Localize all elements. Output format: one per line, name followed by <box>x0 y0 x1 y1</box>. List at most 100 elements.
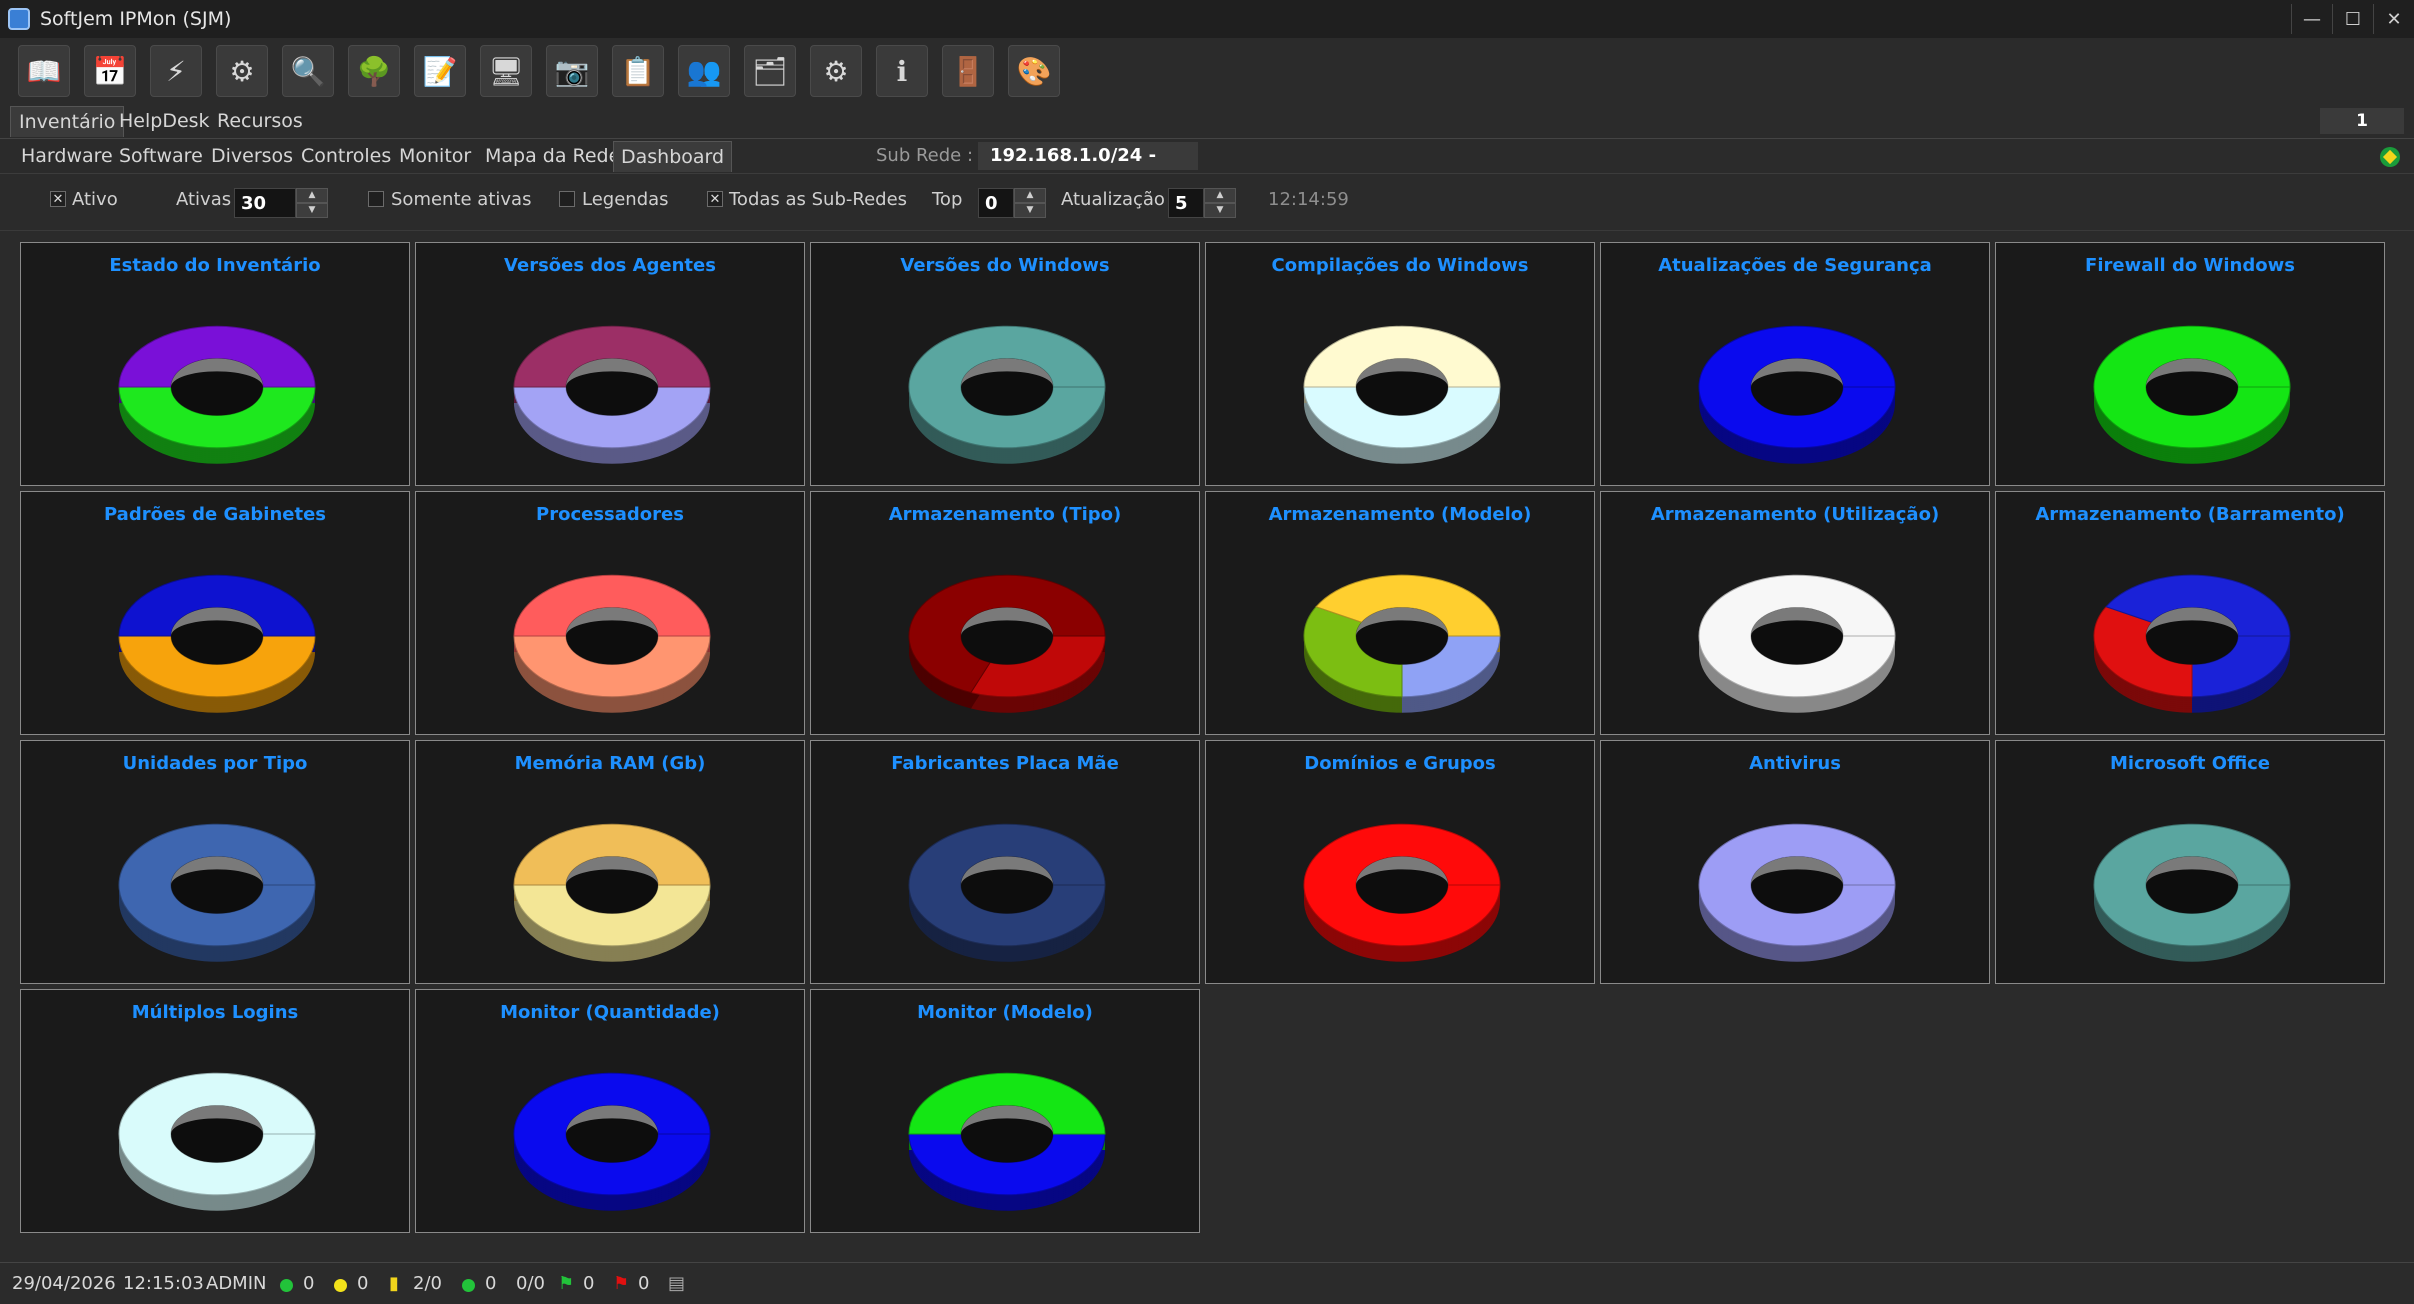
chart-panel[interactable]: Monitor (Quantidade) <box>415 989 805 1233</box>
chart-title: Microsoft Office <box>2109 753 2271 774</box>
status-green-count-2: 0 <box>485 1273 497 1294</box>
chart-panel[interactable]: Armazenamento (Modelo) <box>1205 491 1595 735</box>
chart-panel[interactable]: Armazenamento (Barramento) <box>1995 491 2385 735</box>
donut-chart <box>1698 574 1896 713</box>
chart-panel[interactable]: Firewall do Windows <box>1995 242 2385 486</box>
notepad-button[interactable]: 📝 <box>414 45 466 97</box>
tab-hardware[interactable]: Hardware <box>14 141 120 171</box>
monitor-button[interactable]: 🖥 <box>480 45 532 97</box>
chart-panel[interactable]: Versões dos Agentes <box>415 242 805 486</box>
brazil-flag-icon <box>2380 147 2400 167</box>
ativas-input[interactable]: 30 <box>234 188 296 218</box>
donut-chart <box>1303 574 1501 713</box>
chart-panel[interactable]: Atualizações de Segurança <box>1600 242 1990 486</box>
chart-panel[interactable]: Microsoft Office <box>1995 740 2385 984</box>
chart-title: Processadores <box>536 504 684 525</box>
chart-panel[interactable]: Fabricantes Placa Mãe <box>810 740 1200 984</box>
tree-add-icon: 🌳 <box>356 54 392 88</box>
green-status-dot-icon <box>462 1279 475 1292</box>
palette-icon: 🎨 <box>1016 54 1052 88</box>
tab-mapa-da-rede[interactable]: Mapa da Rede <box>478 141 627 171</box>
chart-title: Antivirus <box>1749 753 1841 774</box>
chart-panel[interactable]: Monitor (Modelo) <box>810 989 1200 1233</box>
tab-diversos[interactable]: Diversos <box>204 141 300 171</box>
monitor-icon: 🖥 <box>488 54 524 88</box>
top-input[interactable]: 0 <box>978 188 1014 218</box>
chart-panel[interactable]: Compilações do Windows <box>1205 242 1595 486</box>
chart-panel[interactable]: Processadores <box>415 491 805 735</box>
tab-software[interactable]: Software <box>112 141 210 171</box>
donut-chart <box>513 1072 711 1211</box>
page-indicator: 1 <box>2320 108 2404 134</box>
red-flag-icon: ⚑ <box>613 1273 630 1294</box>
tab-dashboard[interactable]: Dashboard <box>613 141 733 172</box>
tab-recursos[interactable]: Recursos <box>209 106 311 136</box>
atualizacao-label: Atualização <box>1061 189 1165 210</box>
top-spinner[interactable]: ▲ ▼ <box>1014 188 1046 218</box>
somente-ativas-label: Somente ativas <box>391 189 532 210</box>
window-title: SoftJem IPMon (SJM) <box>40 8 232 30</box>
chart-panel[interactable]: Memória RAM (Gb) <box>415 740 805 984</box>
donut-chart <box>908 823 1106 962</box>
donut-chart <box>513 823 711 962</box>
network-settings-button[interactable]: 🗂 <box>744 45 796 97</box>
chart-panel[interactable]: Domínios e Grupos <box>1205 740 1595 984</box>
chart-title: Padrões de Gabinetes <box>103 504 327 525</box>
maximize-button[interactable]: ☐ <box>2332 4 2373 34</box>
chart-title: Unidades por Tipo <box>122 753 308 774</box>
chart-title: Estado do Inventário <box>109 255 321 276</box>
donut-chart <box>2093 325 2291 464</box>
book-button[interactable]: 📖 <box>18 45 70 97</box>
ativas-spinner[interactable]: ▲ ▼ <box>296 188 328 218</box>
gears-button[interactable]: ⚙ <box>216 45 268 97</box>
close-button[interactable]: ✕ <box>2373 4 2414 34</box>
chart-panel[interactable]: Armazenamento (Tipo) <box>810 491 1200 735</box>
users-button[interactable]: 👥 <box>678 45 730 97</box>
ativo-checkbox[interactable]: ✕ <box>50 191 66 207</box>
todas-subredes-checkbox[interactable]: ✕ <box>707 191 723 207</box>
chart-panel[interactable]: Armazenamento (Utilização) <box>1600 491 1990 735</box>
donut-chart <box>1698 325 1896 464</box>
chart-panel[interactable]: Estado do Inventário <box>20 242 410 486</box>
legendas-checkbox[interactable] <box>559 191 575 207</box>
top-label: Top <box>932 189 963 210</box>
chart-panel[interactable]: Versões do Windows <box>810 242 1200 486</box>
notepad-icon: 📝 <box>422 54 458 88</box>
tree-add-button[interactable]: 🌳 <box>348 45 400 97</box>
tab-monitor[interactable]: Monitor <box>392 141 478 171</box>
calendar-clock-button[interactable]: 📅 <box>84 45 136 97</box>
donut-chart <box>118 325 316 464</box>
status-yellow-count: 0 <box>357 1273 369 1294</box>
chart-panel[interactable]: Padrões de Gabinetes <box>20 491 410 735</box>
status-time: 12:15:03 <box>123 1273 204 1294</box>
chart-panel[interactable]: Unidades por Tipo <box>20 740 410 984</box>
donut-chart <box>908 325 1106 464</box>
atualizacao-input[interactable]: 5 <box>1168 188 1204 218</box>
somente-ativas-checkbox[interactable] <box>368 191 384 207</box>
tab-inventario[interactable]: Inventário <box>10 106 125 137</box>
exit-door-button[interactable]: 🚪 <box>942 45 994 97</box>
ativo-label: Ativo <box>72 189 118 210</box>
chart-panel[interactable]: Antivirus <box>1600 740 1990 984</box>
chart-title: Versões do Windows <box>900 255 1110 276</box>
clipboard-button[interactable]: 📋 <box>612 45 664 97</box>
chart-title: Atualizações de Segurança <box>1658 255 1932 276</box>
chart-panel[interactable]: Múltiplos Logins <box>20 989 410 1233</box>
legendas-label: Legendas <box>582 189 669 210</box>
minimize-button[interactable]: — <box>2291 4 2332 34</box>
calendar-clock-icon: 📅 <box>92 54 128 88</box>
lightning-icon: ⚡ <box>166 54 186 88</box>
settings-button[interactable]: ⚙ <box>810 45 862 97</box>
chart-title: Memória RAM (Gb) <box>514 753 706 774</box>
search-button[interactable]: 🔍 <box>282 45 334 97</box>
lightning-button[interactable]: ⚡ <box>150 45 202 97</box>
palette-button[interactable]: 🎨 <box>1008 45 1060 97</box>
camera-button[interactable]: 📷 <box>546 45 598 97</box>
donut-chart <box>118 574 316 713</box>
atualizacao-spinner[interactable]: ▲ ▼ <box>1204 188 1236 218</box>
subnet-selector[interactable]: 192.168.1.0/24 - MTZ <box>978 142 1198 194</box>
info-button[interactable]: ℹ <box>876 45 928 97</box>
book-icon: 📖 <box>26 54 62 88</box>
tab-helpdesk[interactable]: HelpDesk <box>111 106 218 136</box>
tab-controles[interactable]: Controles <box>294 141 398 171</box>
